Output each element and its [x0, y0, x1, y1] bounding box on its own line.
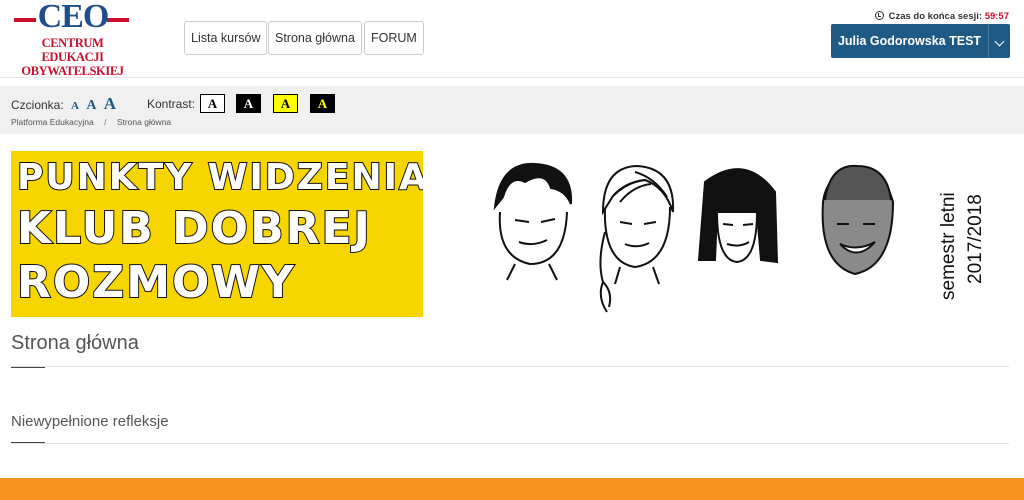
contrast-white-on-black-button[interactable]: A: [236, 94, 261, 113]
chevron-down-icon[interactable]: [988, 24, 1010, 58]
contrast-label: Kontrast:: [147, 97, 196, 111]
ceo-logo[interactable]: CEO CENTRUM EDUKACJI OBYWATELSKIEJ: [10, 0, 135, 78]
logo-text: CENTRUM EDUKACJI OBYWATELSKIEJ: [10, 36, 135, 78]
breadcrumb-item-home[interactable]: Strona główna: [117, 117, 171, 127]
semester-text: semestr letni: [938, 192, 959, 300]
forum-button[interactable]: FORUM: [364, 21, 424, 55]
logo-mark: CEO: [10, 0, 135, 36]
contrast-default-button[interactable]: A: [200, 94, 225, 113]
orange-panel: [0, 478, 1024, 500]
user-name[interactable]: Julia Godorowska TEST: [831, 24, 988, 58]
logo-ceo-text: CEO: [37, 0, 110, 35]
section-title-reflections: Niewypełnione refleksje: [11, 413, 169, 430]
home-button[interactable]: Strona główna: [268, 21, 362, 55]
logo-bar-right: [107, 18, 129, 22]
breadcrumb: Platforma Edukacyjna / Strona główna: [11, 117, 171, 127]
font-size-large-button[interactable]: A: [104, 94, 116, 114]
accessibility-bar: Czcionka: A A A Kontrast: Platforma Eduk…: [0, 86, 1024, 134]
course-list-button[interactable]: Lista kursów: [184, 21, 268, 55]
font-size-controls: Czcionka: A A A: [11, 94, 116, 114]
semester-label: semestr letni 2017/2018: [938, 192, 986, 300]
breadcrumb-item-platform[interactable]: Platforma Edukacyjna: [11, 117, 94, 127]
clock-icon: [874, 11, 884, 20]
contrast-yellow-on-black-button[interactable]: A: [310, 94, 335, 113]
session-label: Czas do końca sesji:: [888, 11, 983, 22]
font-size-medium-button[interactable]: A: [86, 96, 96, 116]
banner-title-block: PUNKTY WIDZENIA. KLUB DOBREJ ROZMOWY: [11, 151, 423, 317]
logo-line-2: OBYWATELSKIEJ: [21, 64, 124, 78]
banner-line-2: KLUB DOBREJ: [16, 202, 372, 255]
banner-line-1: PUNKTY WIDZENIA.: [16, 156, 423, 199]
session-time: 59:57: [984, 11, 1009, 22]
face-girl-bangs: [697, 168, 779, 264]
session-timer: Czas do końca sesji: 59:57: [874, 11, 1009, 22]
face-boy: [493, 162, 573, 281]
section-divider: [11, 443, 1009, 444]
contrast-black-on-yellow-button[interactable]: A: [273, 94, 298, 113]
font-size-small-button[interactable]: A: [71, 96, 79, 116]
user-menu-button[interactable]: Julia Godorowska TEST: [831, 24, 1010, 58]
page-title: Strona główna: [11, 332, 139, 354]
semester-year: 2017/2018: [965, 194, 986, 284]
title-divider: [11, 366, 1009, 367]
face-boy-curly: [821, 164, 895, 276]
breadcrumb-separator: /: [104, 117, 107, 127]
top-header: CEO CENTRUM EDUKACJI OBYWATELSKIEJ Lista…: [0, 0, 1024, 78]
logo-line-1: CENTRUM EDUKACJI: [41, 36, 104, 64]
face-girl-braid: [599, 164, 675, 313]
banner-faces-illustration: [493, 162, 895, 313]
font-label: Czcionka:: [11, 98, 64, 112]
banner-line-3: ROZMOWY: [16, 256, 296, 309]
